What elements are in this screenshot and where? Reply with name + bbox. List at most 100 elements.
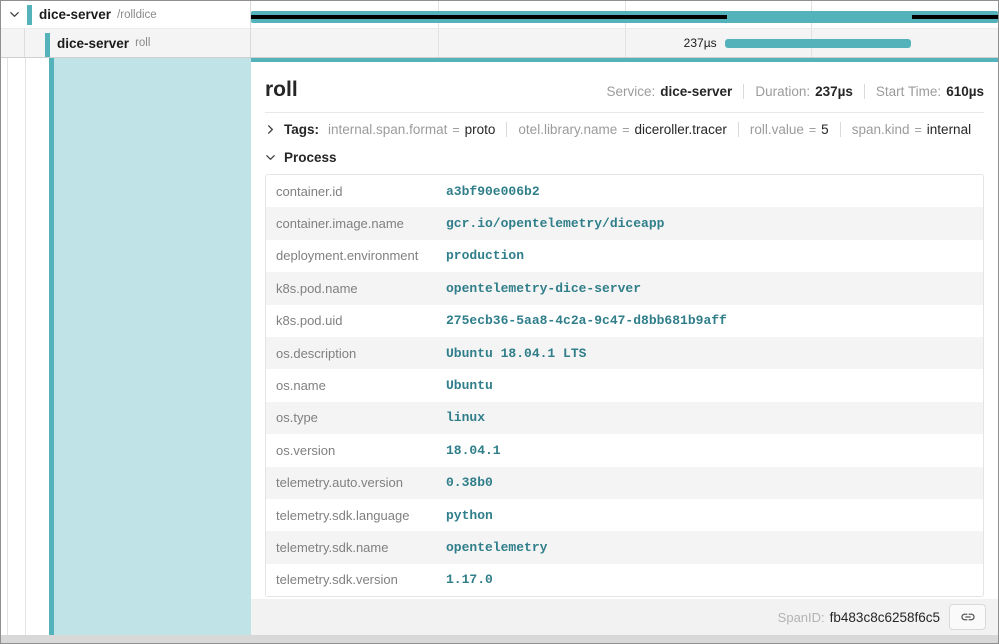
tree-indent-guide xyxy=(24,29,25,57)
tag-separator xyxy=(506,122,507,137)
span-detail-header: roll Service: dice-server Duration: 237µ… xyxy=(265,78,984,102)
tag-value: internal xyxy=(927,122,971,137)
process-value: 18.04.1 xyxy=(446,443,501,458)
tag-equals: = xyxy=(452,123,459,137)
process-key: os.name xyxy=(266,378,446,393)
tag-value: 5 xyxy=(821,122,829,137)
process-key: container.image.name xyxy=(266,216,446,231)
duration-stat-label: Duration: xyxy=(755,84,810,99)
start-time-stat-label: Start Time: xyxy=(876,84,941,99)
service-stat-label: Service: xyxy=(606,84,655,99)
detail-left-column xyxy=(1,58,251,635)
span-name-cell-roll[interactable]: dice-server roll xyxy=(1,29,251,57)
tag-key: span.kind xyxy=(852,122,910,137)
service-color-bar xyxy=(45,33,50,57)
process-value: linux xyxy=(446,410,485,425)
tag-separator xyxy=(840,122,841,137)
process-key: os.version xyxy=(266,443,446,458)
table-row: telemetry.sdk.version1.17.0 xyxy=(266,564,983,596)
process-key: k8s.pod.uid xyxy=(266,313,446,328)
tags-section-toggle[interactable]: Tags: internal.span.format = proto otel.… xyxy=(265,122,984,137)
tag-equals: = xyxy=(622,123,629,137)
header-divider xyxy=(265,112,984,113)
tag-key: roll.value xyxy=(750,122,804,137)
tags-header: Tags: xyxy=(284,122,319,137)
process-value: opentelemetry xyxy=(446,540,547,555)
rolldice-span-bar[interactable] xyxy=(251,11,998,23)
span-name-cell-rolldice[interactable]: dice-server /rolldice xyxy=(1,1,251,29)
process-value: 275ecb36-5aa8-4c2a-9c47-d8bb681b9aff xyxy=(446,313,727,328)
timeline-gridline xyxy=(625,29,626,57)
process-key: k8s.pod.name xyxy=(266,281,446,296)
spanid-value: fb483c8c6258f6c5 xyxy=(830,610,940,625)
process-section-toggle[interactable]: Process xyxy=(265,150,984,165)
process-value: 1.17.0 xyxy=(446,572,493,587)
table-row: k8s.pod.nameopentelemetry-dice-server xyxy=(266,272,983,304)
table-row: telemetry.auto.version0.38b0 xyxy=(266,467,983,499)
table-row: container.image.namegcr.io/opentelemetry… xyxy=(266,207,983,239)
spanid-label: SpanID: xyxy=(778,610,825,625)
table-row: k8s.pod.uid275ecb36-5aa8-4c2a-9c47-d8bb6… xyxy=(266,305,983,337)
tag-value: proto xyxy=(465,122,496,137)
process-key: telemetry.sdk.language xyxy=(266,508,446,523)
process-value: Ubuntu 18.04.1 LTS xyxy=(446,346,586,361)
span-detail-row: roll Service: dice-server Duration: 237µ… xyxy=(1,58,998,635)
process-kv-table: container.ida3bf90e006b2 container.image… xyxy=(265,174,984,597)
span-stats: Service: dice-server Duration: 237µs Sta… xyxy=(606,84,984,99)
duration-stat-value: 237µs xyxy=(815,84,853,99)
tag-equals: = xyxy=(809,123,816,137)
span-detail-panel: roll Service: dice-server Duration: 237µ… xyxy=(251,58,998,635)
span-detail-footer: SpanID: fb483c8c6258f6c5 xyxy=(251,599,998,635)
tag-key: otel.library.name xyxy=(518,122,617,137)
span-duration-label: 237µs xyxy=(684,36,717,50)
tag-key: internal.span.format xyxy=(328,122,447,137)
service-color-bar xyxy=(27,5,32,25)
process-key: deployment.environment xyxy=(266,248,446,263)
span-title: roll xyxy=(265,78,298,102)
chevron-right-icon[interactable] xyxy=(265,124,276,135)
tag-value: diceroller.tracer xyxy=(635,122,727,137)
service-name: dice-server xyxy=(57,36,129,51)
table-row: os.typelinux xyxy=(266,402,983,434)
table-row: container.ida3bf90e006b2 xyxy=(266,175,983,207)
table-row: os.version18.04.1 xyxy=(266,434,983,466)
chevron-down-icon[interactable] xyxy=(265,152,276,163)
process-value: opentelemetry-dice-server xyxy=(446,281,641,296)
process-key: telemetry.sdk.name xyxy=(266,540,446,555)
process-value: Ubuntu xyxy=(446,378,493,393)
operation-name: /rolldice xyxy=(117,9,157,21)
jaeger-trace-timeline-view: dice-server /rolldice dice-server roll 2… xyxy=(0,0,999,644)
copy-span-link-button[interactable] xyxy=(949,604,986,630)
process-key: container.id xyxy=(266,184,446,199)
process-key: telemetry.auto.version xyxy=(266,475,446,490)
tree-indent-guide xyxy=(25,58,26,635)
span-row-roll[interactable]: dice-server roll 237µs xyxy=(1,29,998,58)
table-row: telemetry.sdk.nameopentelemetry xyxy=(266,531,983,563)
stat-separator xyxy=(864,84,865,99)
process-value: production xyxy=(446,248,524,263)
table-row: os.nameUbuntu xyxy=(266,369,983,401)
tag-equals: = xyxy=(914,123,921,137)
link-icon xyxy=(960,609,976,625)
table-row: telemetry.sdk.languagepython xyxy=(266,499,983,531)
process-value: gcr.io/opentelemetry/diceapp xyxy=(446,216,664,231)
process-key: os.type xyxy=(266,410,446,425)
span-row-rolldice[interactable]: dice-server /rolldice xyxy=(1,1,998,29)
process-value: python xyxy=(446,508,493,523)
tag-separator xyxy=(738,122,739,137)
process-value: a3bf90e006b2 xyxy=(446,184,540,199)
operation-name: roll xyxy=(135,37,150,49)
table-row: os.descriptionUbuntu 18.04.1 LTS xyxy=(266,337,983,369)
service-name: dice-server xyxy=(39,7,111,22)
span-bar-segment xyxy=(912,15,998,19)
span-timeline-cell-roll[interactable]: 237µs xyxy=(251,29,998,57)
horizontal-scrollbar-track[interactable] xyxy=(1,635,998,643)
roll-span-bar[interactable] xyxy=(725,39,912,48)
span-timeline-cell-rolldice[interactable] xyxy=(251,1,998,29)
tree-indent-guide xyxy=(7,58,8,635)
process-value: 0.38b0 xyxy=(446,475,493,490)
process-header: Process xyxy=(284,150,337,165)
chevron-down-icon[interactable] xyxy=(9,9,20,20)
timeline-gridline xyxy=(438,29,439,57)
selected-span-highlight xyxy=(54,58,251,635)
